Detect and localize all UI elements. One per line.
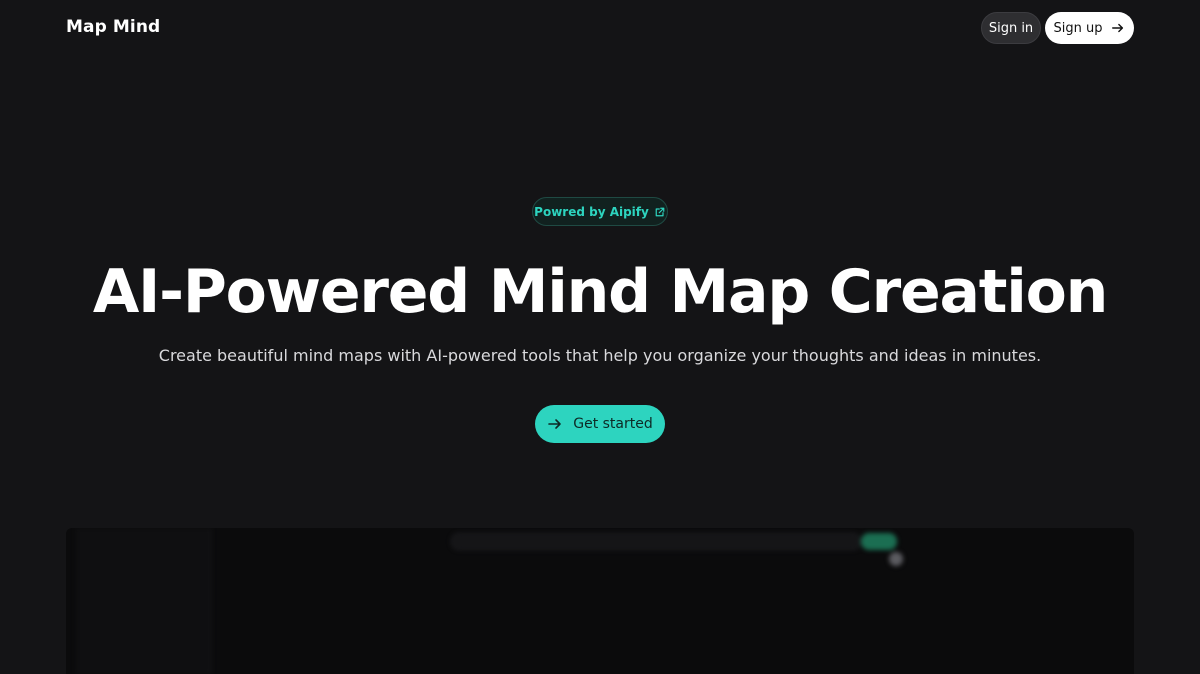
get-started-button[interactable]: Get started	[535, 405, 665, 443]
arrow-right-icon	[1112, 23, 1124, 33]
preview-sidebar-item	[88, 640, 168, 656]
app-preview-image	[66, 528, 1134, 674]
preview-search-bar	[451, 533, 861, 550]
site-header: Map Mind Sign in Sign up	[0, 0, 1200, 56]
hero-title: AI-Powered Mind Map Creation	[92, 257, 1109, 327]
blurred-app-screenshot	[66, 528, 1134, 674]
hero-subtitle: Create beautiful mind maps with AI-power…	[158, 346, 1042, 365]
preview-sidebar-item	[88, 590, 168, 606]
brand-logo[interactable]: Map Mind	[66, 17, 160, 37]
badge-label: Powred by Aipify	[534, 204, 649, 219]
preview-sidebar-item	[88, 614, 168, 630]
get-started-label: Get started	[573, 416, 653, 432]
preview-cursor-dot	[889, 552, 903, 566]
arrow-right-icon	[548, 419, 562, 429]
external-link-icon	[655, 207, 665, 216]
sign-up-label: Sign up	[1053, 20, 1103, 36]
preview-sidebar-item	[88, 566, 168, 582]
powered-by-badge[interactable]: Powred by Aipify	[532, 197, 668, 226]
sign-up-button[interactable]: Sign up	[1045, 12, 1134, 44]
sign-in-button[interactable]: Sign in	[981, 12, 1041, 44]
preview-sidebar	[76, 528, 211, 674]
preview-send-button	[861, 533, 897, 550]
